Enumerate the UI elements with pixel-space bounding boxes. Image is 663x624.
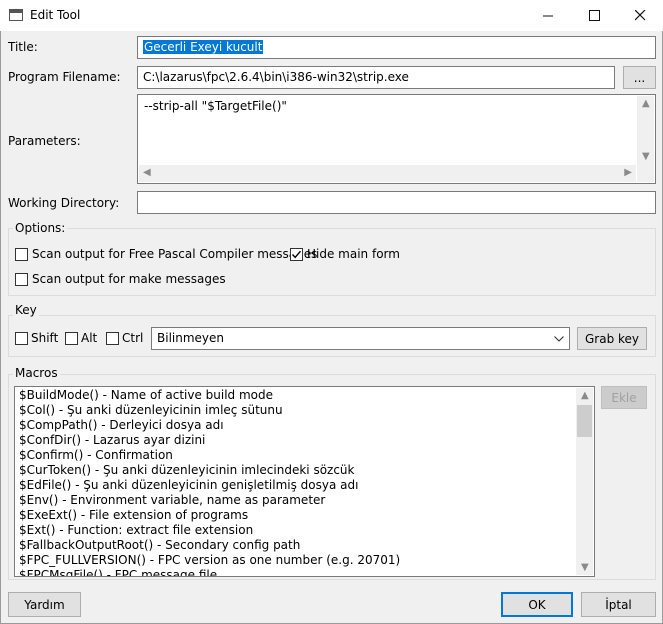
close-icon	[634, 10, 645, 21]
hide-main-form-checkbox-label: Hide main form	[307, 247, 400, 261]
scroll-down-icon[interactable]: ▼	[581, 562, 589, 573]
scan-fpc-checkbox-label: Scan output for Free Pascal Compiler mes…	[32, 247, 318, 261]
parameters-memo[interactable]: --strip-all "$TargetFile()" ▲ ▼ ◀ ▶	[137, 94, 656, 184]
macros-list-items: $BuildMode() - Name of active build mode…	[15, 388, 576, 576]
maximize-button[interactable]	[571, 0, 617, 31]
macro-list-item[interactable]: $Col() - Şu anki düzenleyicinin imleç sü…	[15, 403, 576, 418]
cancel-button[interactable]: İptal	[581, 592, 656, 617]
key-group-title: Key	[13, 303, 39, 317]
macro-list-item[interactable]: $Confirm() - Confirmation	[15, 448, 576, 463]
macro-list-item[interactable]: $Env() - Environment variable, name as p…	[15, 493, 576, 508]
scan-make-checkbox-label: Scan output for make messages	[32, 272, 226, 286]
scan-fpc-checkbox[interactable]: Scan output for Free Pascal Compiler mes…	[15, 247, 317, 261]
grab-key-button[interactable]: Grab key	[577, 327, 647, 350]
shift-checkbox-label: Shift	[31, 331, 59, 345]
scan-make-checkbox-box[interactable]	[15, 272, 28, 286]
scroll-right-icon[interactable]: ▶	[624, 167, 632, 178]
shift-checkbox[interactable]: Shift	[15, 331, 58, 345]
parameters-label: Parameters:	[8, 134, 81, 148]
window-title: Edit Tool	[30, 8, 81, 22]
alt-checkbox-box[interactable]	[65, 331, 78, 345]
scroll-up-icon[interactable]: ▲	[581, 390, 589, 401]
working-directory-label: Working Directory:	[8, 196, 120, 210]
parameters-horizontal-scrollbar[interactable]: ◀ ▶	[139, 165, 636, 182]
ctrl-checkbox-box[interactable]	[106, 331, 119, 345]
program-filename-label: Program Filename:	[8, 70, 121, 84]
alt-checkbox-label: Alt	[81, 331, 98, 345]
app-window-icon	[9, 9, 23, 21]
macros-vertical-scrollbar[interactable]: ▲ ▼	[576, 388, 593, 575]
scan-fpc-checkbox-box[interactable]	[15, 247, 28, 261]
parameters-vertical-scrollbar[interactable]: ▲ ▼	[637, 96, 654, 182]
scroll-down-icon[interactable]: ▼	[642, 151, 650, 162]
title-label: Title:	[8, 40, 38, 54]
macro-list-item[interactable]: $EdFile() - Şu anki düzenleyicinin geniş…	[15, 478, 576, 493]
browse-button[interactable]: ...	[623, 66, 656, 89]
key-combobox-value: Bilinmeyen	[157, 331, 225, 345]
macro-list-item[interactable]: $CompPath() - Derleyici dosya adı	[15, 418, 576, 433]
chevron-down-icon[interactable]	[554, 336, 564, 342]
alt-checkbox[interactable]: Alt	[65, 331, 97, 345]
maximize-icon	[588, 10, 600, 21]
scrollbar-thumb[interactable]	[577, 405, 592, 437]
scan-make-checkbox[interactable]: Scan output for make messages	[15, 272, 226, 286]
close-button[interactable]	[617, 0, 663, 31]
macro-list-item[interactable]: $FPCMsgFile() - FPC message file	[15, 568, 576, 576]
macro-list-item[interactable]: $Ext() - Function: extract file extensio…	[15, 523, 576, 538]
macro-list-item[interactable]: $FallbackOutputRoot() - Secondary config…	[15, 538, 576, 553]
scroll-left-icon[interactable]: ◀	[143, 167, 151, 178]
macro-list-item[interactable]: $ConfDir() - Lazarus ayar dizini	[15, 433, 576, 448]
macro-list-item[interactable]: $CurToken() - Şu anki düzenleyicinin iml…	[15, 463, 576, 478]
ctrl-checkbox[interactable]: Ctrl	[106, 331, 143, 345]
title-input[interactable]: Gecerli Exeyi kucult	[137, 36, 656, 59]
hide-main-form-checkbox[interactable]: Hide main form	[290, 247, 400, 261]
macros-listbox[interactable]: $BuildMode() - Name of active build mode…	[14, 386, 595, 577]
minimize-button[interactable]	[525, 0, 571, 31]
program-filename-input[interactable]: C:\lazarus\fpc\2.6.4\bin\i386-win32\stri…	[137, 66, 615, 89]
help-button[interactable]: Yardım	[8, 592, 81, 617]
scroll-up-icon[interactable]: ▲	[642, 98, 650, 109]
title-bar: Edit Tool	[0, 0, 663, 31]
macro-list-item[interactable]: $ExeExt() - File extension of programs	[15, 508, 576, 523]
shift-checkbox-box[interactable]	[15, 331, 28, 345]
macro-list-item[interactable]: $BuildMode() - Name of active build mode	[15, 388, 576, 403]
macro-list-item[interactable]: $FPC_FULLVERSION() - FPC version as one …	[15, 553, 576, 568]
options-group-title: Options:	[13, 221, 68, 235]
checkmark-icon	[291, 250, 302, 258]
title-input-value: Gecerli Exeyi kucult	[143, 40, 264, 54]
minimize-icon	[542, 15, 553, 17]
hide-main-form-checkbox-box[interactable]	[290, 247, 303, 261]
parameters-memo-text: --strip-all "$TargetFile()"	[144, 99, 287, 113]
macros-group-title: Macros	[13, 366, 60, 380]
key-combobox[interactable]: Bilinmeyen	[151, 327, 570, 350]
insert-macro-button[interactable]: Ekle	[601, 386, 647, 409]
ok-button[interactable]: OK	[501, 592, 573, 617]
working-directory-input[interactable]	[137, 191, 656, 214]
ctrl-checkbox-label: Ctrl	[122, 331, 144, 345]
